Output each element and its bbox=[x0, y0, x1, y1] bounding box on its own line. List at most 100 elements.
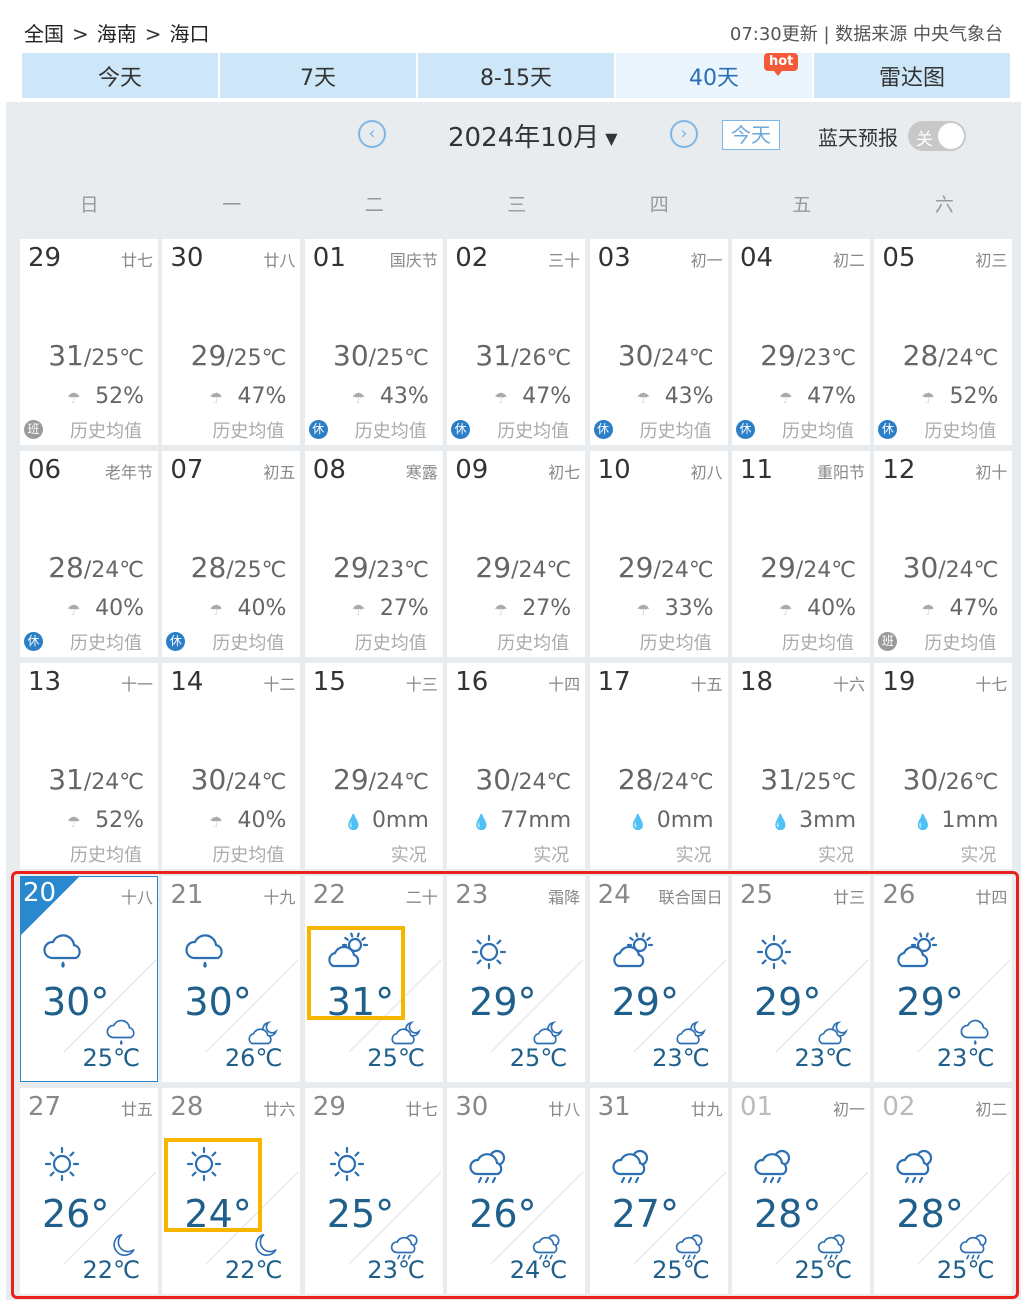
forecast-day-cell[interactable]: 29 廿七 25° 23℃ bbox=[304, 1087, 443, 1294]
day-number: 28 bbox=[170, 1091, 204, 1122]
day-cell[interactable]: 17 十五 28/24℃ 💧 0mm 实况 bbox=[589, 663, 728, 870]
forecast-day-cell[interactable]: 23 霜降 29° 25℃ bbox=[447, 875, 586, 1082]
lunar-label: 初七 bbox=[548, 463, 581, 483]
weekday-thu: 四 bbox=[649, 194, 669, 216]
umbrella-icon: ☂ bbox=[494, 601, 508, 620]
temp-low: /24℃ bbox=[83, 770, 144, 796]
raindrop-icon: 💧 bbox=[771, 813, 790, 832]
lunar-label: 寒露 bbox=[405, 463, 438, 483]
day-number: 15 bbox=[312, 667, 346, 698]
temperature-range: 29/25℃ bbox=[191, 339, 287, 372]
tab-today[interactable]: 今天 bbox=[22, 53, 218, 98]
day-cell[interactable]: 19 十七 30/26℃ 💧 1mm 实况 bbox=[874, 663, 1013, 870]
temp-high: 30 bbox=[902, 763, 939, 797]
forecast-day-cell[interactable]: 02 初二 28° 25℃ bbox=[874, 1087, 1013, 1294]
day-cell[interactable]: 10 初八 29/24℃ ☂ 33% 历史均值 bbox=[589, 451, 728, 658]
rain-cloud-icon bbox=[43, 933, 81, 968]
tab-radar[interactable]: 雷达图 bbox=[814, 53, 1010, 98]
day-number: 10 bbox=[597, 455, 631, 486]
temp-low: /24℃ bbox=[511, 558, 572, 584]
month-selector[interactable]: 2024年10月 ▼ bbox=[448, 117, 618, 154]
day-cell[interactable]: 08 寒露 29/23℃ ☂ 27% 历史均值 bbox=[304, 451, 443, 658]
day-cell[interactable]: 30 廿八 29/25℃ ☂ 47% 历史均值 bbox=[162, 239, 301, 445]
next-month-icon[interactable]: › bbox=[670, 120, 698, 148]
temperature-range: 30/24℃ bbox=[618, 339, 714, 372]
forecast-day-cell[interactable]: 24 联合国日 29° 23℃ bbox=[589, 875, 728, 1082]
precipitation: ☂ 47% bbox=[209, 384, 286, 409]
temperature-range: 28/24℃ bbox=[903, 339, 999, 372]
day-number: 02 bbox=[882, 1091, 916, 1122]
today-button[interactable]: 今天 bbox=[722, 120, 780, 150]
prev-month-icon[interactable]: ‹ bbox=[358, 120, 386, 148]
toggle-label: 关 bbox=[916, 130, 933, 150]
holiday-badge: 休 bbox=[308, 420, 328, 439]
temperature-range: 29/23℃ bbox=[760, 339, 856, 372]
data-source-note: 实况 bbox=[818, 845, 854, 867]
forecast-day-cell[interactable]: 27 廿五 26° 22℃ bbox=[20, 1087, 158, 1294]
umbrella-icon: ☂ bbox=[351, 601, 366, 620]
tab-8-15-days[interactable]: 8-15天 bbox=[418, 53, 614, 98]
forecast-day-cell[interactable]: 20 十八 30° 25℃ bbox=[20, 875, 158, 1082]
day-number: 05 bbox=[882, 243, 916, 273]
day-cell[interactable]: 18 十六 31/25℃ 💧 3mm 实况 bbox=[732, 663, 870, 870]
data-source-note: 历史均值 bbox=[70, 421, 142, 442]
day-number: 21 bbox=[170, 879, 204, 910]
toggle-knob bbox=[938, 123, 964, 149]
umbrella-icon: ☂ bbox=[636, 389, 651, 407]
temp-high: 31 bbox=[760, 763, 796, 797]
data-source-note: 历史均值 bbox=[639, 421, 712, 442]
shower-icon bbox=[896, 1149, 933, 1183]
day-cell[interactable]: 16 十四 30/24℃ 💧 77mm 实况 bbox=[447, 663, 586, 870]
temp-low: 23℃ bbox=[367, 1255, 425, 1284]
holiday-badge: 班 bbox=[24, 420, 43, 439]
day-cell[interactable]: 09 初七 29/24℃ ☂ 27% 历史均值 bbox=[447, 451, 586, 658]
day-cell[interactable]: 29 廿七 31/25℃ ☂ 52% 历史均值班 bbox=[20, 239, 158, 445]
day-cell[interactable]: 14 十二 30/24℃ ☂ 40% 历史均值 bbox=[162, 663, 301, 870]
breadcrumb-city[interactable]: 海口 bbox=[170, 22, 210, 46]
forecast-day-cell[interactable]: 21 十九 30° 26℃ bbox=[162, 875, 301, 1082]
day-cell[interactable]: 03 初一 30/24℃ ☂ 43% 历史均值休 bbox=[589, 239, 728, 445]
temperature-range: 31/24℃ bbox=[48, 763, 144, 796]
day-cell[interactable]: 12 初十 30/24℃ ☂ 47% 历史均值班 bbox=[874, 451, 1013, 658]
forecast-day-cell[interactable]: 30 廿八 26° 24℃ bbox=[447, 1087, 586, 1294]
day-number: 26 bbox=[882, 879, 916, 910]
day-cell[interactable]: 05 初三 28/24℃ ☂ 52% 历史均值休 bbox=[874, 239, 1013, 445]
day-number: 12 bbox=[882, 455, 916, 486]
lunar-label: 廿九 bbox=[690, 1099, 723, 1119]
day-cell[interactable]: 11 重阳节 29/24℃ ☂ 40% 历史均值 bbox=[732, 451, 870, 658]
breadcrumb-province[interactable]: 海南 bbox=[97, 22, 137, 46]
forecast-day-cell[interactable]: 31 廿九 27° 25℃ bbox=[589, 1087, 728, 1294]
day-cell[interactable]: 04 初二 29/23℃ ☂ 47% 历史均值休 bbox=[732, 239, 870, 445]
bluesky-toggle[interactable]: 关 bbox=[908, 121, 966, 151]
day-cell[interactable]: 13 十一 31/24℃ ☂ 52% 历史均值 bbox=[20, 663, 158, 870]
forecast-day-cell[interactable]: 26 廿四 29° 23℃ bbox=[874, 875, 1013, 1082]
day-cell[interactable]: 06 老年节 28/24℃ ☂ 40% 历史均值休 bbox=[20, 451, 158, 658]
day-cell[interactable]: 01 国庆节 30/25℃ ☂ 43% 历史均值休 bbox=[304, 239, 443, 445]
temp-low: 25℃ bbox=[509, 1043, 568, 1072]
sun-icon bbox=[329, 1146, 364, 1181]
precipitation: ☂ 40% bbox=[209, 596, 286, 621]
forecast-day-cell[interactable]: 25 廿三 29° 23℃ bbox=[732, 875, 870, 1082]
temp-low: /24℃ bbox=[653, 558, 714, 584]
temp-high: 30 bbox=[902, 551, 939, 585]
lunar-label: 国庆节 bbox=[389, 251, 438, 270]
day-number: 23 bbox=[455, 879, 489, 910]
lunar-label: 老年节 bbox=[104, 463, 153, 483]
lunar-label: 初一 bbox=[690, 251, 723, 270]
temp-high: 28 bbox=[617, 763, 654, 797]
tab-7-days[interactable]: 7天 bbox=[220, 53, 416, 98]
day-cell[interactable]: 07 初五 28/25℃ ☂ 40% 历史均值休 bbox=[162, 451, 301, 658]
holiday-badge: 休 bbox=[736, 420, 755, 439]
rain-cloud-icon bbox=[185, 933, 224, 968]
day-cell[interactable]: 15 十三 29/24℃ 💧 0mm 实况 bbox=[304, 663, 443, 870]
breadcrumb-country[interactable]: 全国 bbox=[24, 22, 64, 46]
temp-high: 31 bbox=[48, 763, 84, 797]
temp-high: 30 bbox=[617, 339, 654, 372]
precip-value: 40% bbox=[237, 596, 287, 622]
forecast-day-cell[interactable]: 01 初一 28° 25℃ bbox=[732, 1087, 870, 1294]
temperature-range: 29/23℃ bbox=[333, 551, 429, 584]
tab-40-days[interactable]: 40天 hot bbox=[616, 53, 812, 98]
temp-low: /24℃ bbox=[653, 770, 714, 796]
day-cell[interactable]: 02 三十 31/26℃ ☂ 47% 历史均值休 bbox=[447, 239, 586, 445]
precip-value: 27% bbox=[522, 596, 572, 622]
